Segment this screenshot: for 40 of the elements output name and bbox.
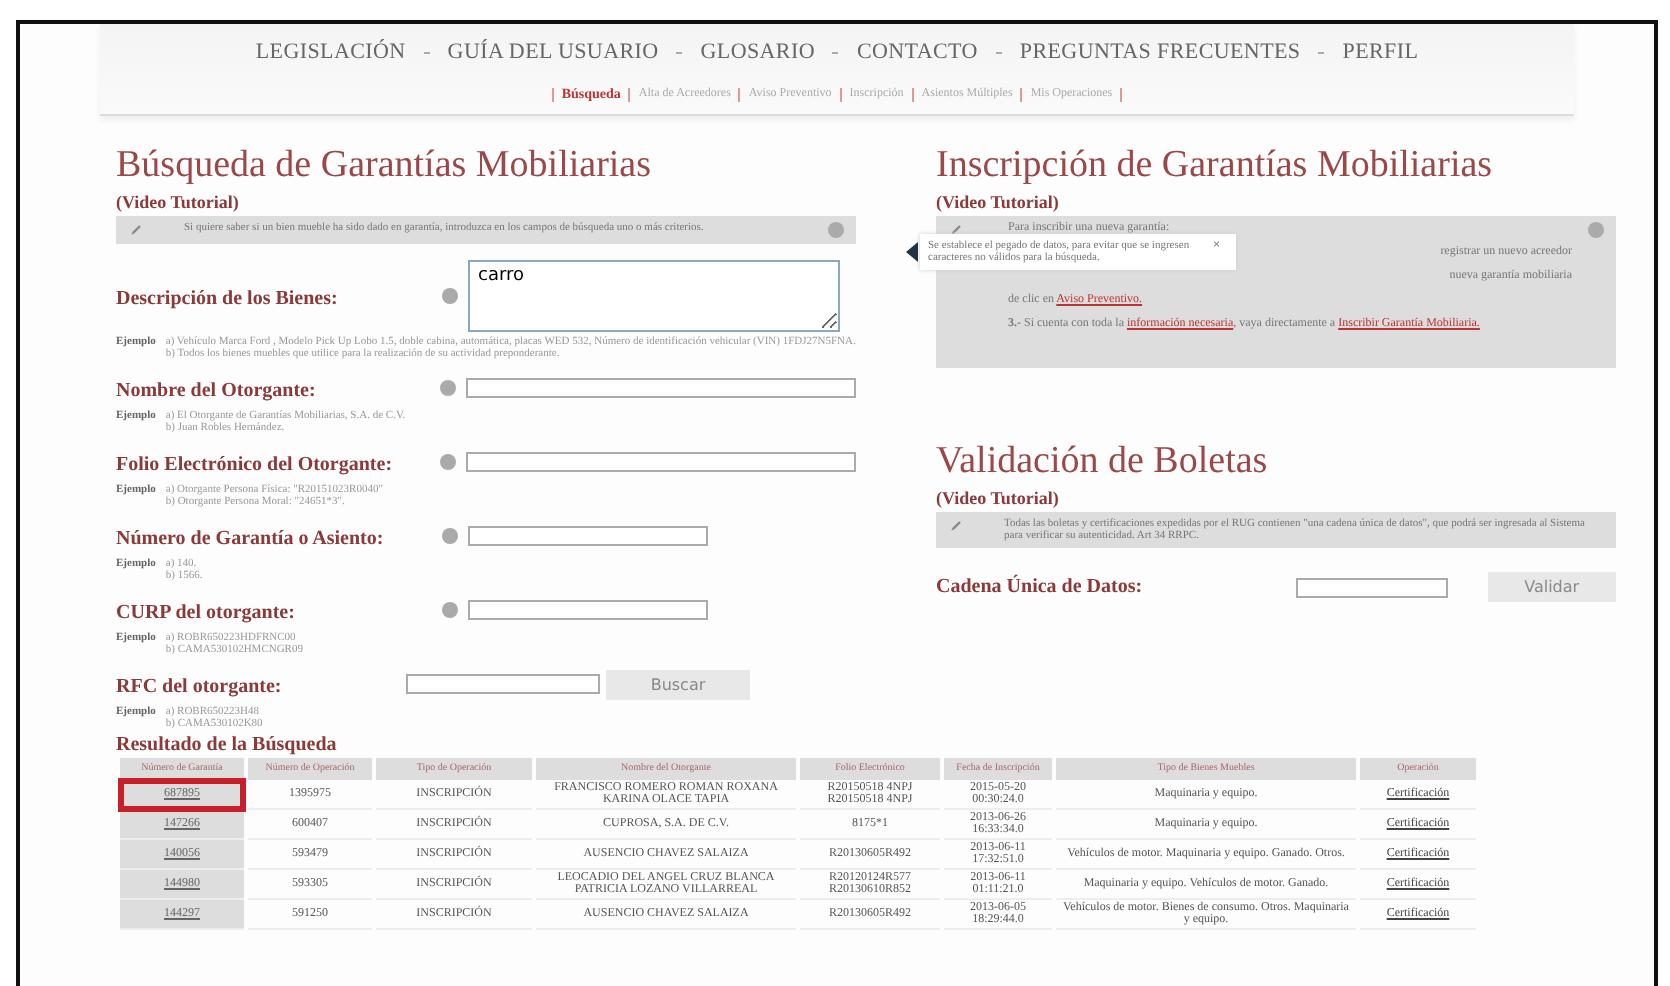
input-field[interactable]	[406, 674, 600, 694]
video-tutorial-link[interactable]: (Video Tutorial)	[936, 488, 1616, 508]
search-button[interactable]: Buscar	[606, 669, 750, 699]
section-title: Búsqueda de Garantías Mobiliarias	[116, 144, 654, 188]
pencil-icon	[948, 222, 964, 238]
help-icon[interactable]	[442, 528, 458, 544]
help-icon[interactable]	[440, 380, 457, 396]
section-title: Validación de Boletas	[936, 440, 1270, 484]
tooltip-pointer-icon	[906, 242, 918, 262]
input-field[interactable]	[468, 600, 708, 620]
input-field[interactable]	[468, 526, 708, 546]
pencil-icon	[128, 222, 144, 238]
help-icon[interactable]	[440, 454, 457, 470]
video-tutorial-link[interactable]: (Video Tutorial)	[936, 192, 1616, 212]
field-label: Número de Garantía o Asiento:	[116, 528, 384, 550]
section-title: Inscripción de Garantías Mobiliarias	[936, 144, 1495, 188]
field-label: RFC del otorgante:	[116, 676, 282, 698]
nav-link[interactable]: LEGISLACIÓN	[255, 40, 406, 64]
field-label: Nombre del Otorgante:	[116, 380, 316, 402]
nav-link[interactable]: CONTACTO	[856, 40, 978, 64]
help-icon[interactable]	[442, 602, 458, 618]
video-tutorial-link[interactable]: (Video Tutorial)	[116, 192, 856, 212]
input-field[interactable]	[1295, 577, 1448, 597]
nav-link[interactable]: GLOSARIO	[700, 40, 815, 64]
field-label: Cadena Única de Datos:	[936, 576, 1145, 598]
nav-link[interactable]: GUÍA DEL USUARIO	[447, 40, 659, 64]
results-title: Resultado de la Búsqueda	[116, 734, 339, 756]
help-icon[interactable]	[828, 222, 844, 238]
nav-link[interactable]: PREGUNTAS FRECUENTES	[1019, 40, 1301, 64]
field-label: Descripción de los Bienes:	[116, 288, 338, 310]
input-field[interactable]	[466, 452, 856, 472]
input-field[interactable]	[466, 378, 856, 398]
field-label: Folio Electrónico del Otorgante:	[116, 454, 393, 476]
help-icon[interactable]	[442, 288, 458, 304]
pencil-icon	[948, 518, 964, 534]
nav-link[interactable]: PERFIL	[1342, 40, 1419, 64]
help-icon[interactable]	[1588, 222, 1604, 238]
validate-button[interactable]: Validar	[1487, 572, 1616, 602]
field-label: CURP del otorgante:	[116, 602, 295, 624]
description-field[interactable]: carro	[468, 260, 840, 332]
